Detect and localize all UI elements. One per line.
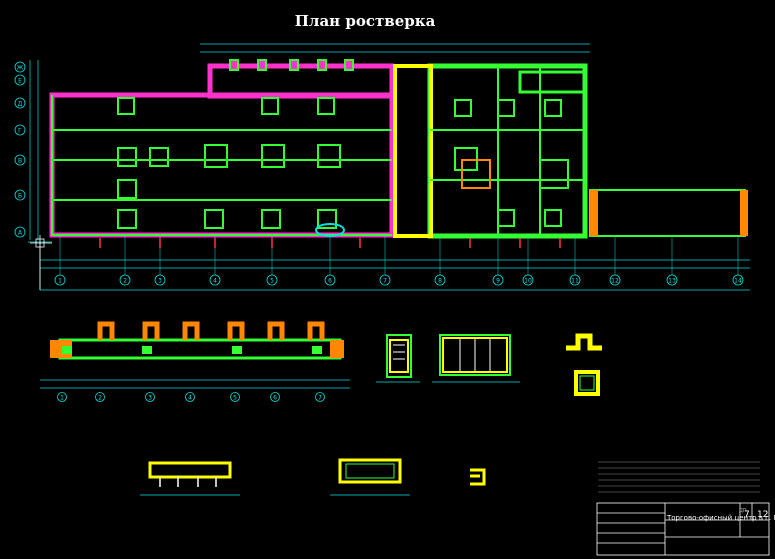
fragment-axis-3-label: 3 xyxy=(148,395,152,402)
section-e-e xyxy=(330,458,410,496)
axis-6-label: 6 xyxy=(328,278,332,285)
vertical-axis-bubbles: 1 2 3 4 5 6 7 8 9 10 11 12 13 14 xyxy=(54,274,744,286)
axis-Г-label: Г xyxy=(18,128,22,135)
section-a-a xyxy=(376,334,420,383)
notes-block xyxy=(598,461,760,493)
axis-Ж-label: Ж xyxy=(17,65,24,72)
foundation-plan-svg: 1 2 3 4 5 6 7 8 9 10 11 12 13 14 АБВГДЕЖ 1234567 xyxy=(14,43,770,556)
axis-Б-label: Б xyxy=(18,193,22,200)
axis-10-label: 10 xyxy=(524,278,532,285)
fragment-axis-7-label: 7 xyxy=(318,395,322,402)
section-d-d xyxy=(140,461,240,496)
section-v-v xyxy=(566,333,602,396)
axis-12-label: 12 xyxy=(611,278,619,285)
axis-14-label: 14 xyxy=(734,278,742,285)
axis-5-label: 5 xyxy=(270,278,274,285)
fragment-axis-6-label: 6 xyxy=(273,395,277,402)
fragment-axis-2-label: 2 xyxy=(98,395,102,402)
sheet-count: 12 xyxy=(757,510,769,520)
axis-В-label: В xyxy=(18,158,22,165)
axis-13-label: 13 xyxy=(668,278,676,285)
fragment-axis-4-label: 4 xyxy=(188,395,192,402)
axis-3-label: 3 xyxy=(158,278,162,285)
fragment-plan xyxy=(40,321,350,389)
axis-Д-label: Д xyxy=(18,101,23,108)
right-block-grillage xyxy=(393,63,748,239)
section-b-b xyxy=(432,334,520,383)
axis-4-label: 4 xyxy=(213,278,217,285)
vertical-axis-lines xyxy=(59,236,739,275)
fragment-axis-5-label: 5 xyxy=(233,395,237,402)
cursor-crosshair xyxy=(30,235,52,290)
axis-11-label: 11 xyxy=(571,278,579,285)
section-zh-zh xyxy=(470,468,486,486)
axis-8-label: 8 xyxy=(438,278,442,285)
horizontal-axis-bubbles: АБВГДЕЖ xyxy=(14,61,26,238)
axis-1-label: 1 xyxy=(58,278,62,285)
sheet-number: 7 xyxy=(744,510,750,520)
fragment-axis-bubbles: 1 2 3 4 5 6 7 xyxy=(57,392,325,402)
axis-9-label: 9 xyxy=(496,278,500,285)
stamp: Торгово-офисный центр в г. Пенза ДП 7 12 xyxy=(597,503,775,555)
fragment-axis-1-label: 1 xyxy=(60,395,64,402)
axis-7-label: 7 xyxy=(383,278,387,285)
axis-2-label: 2 xyxy=(123,278,127,285)
drawing-canvas: { "title": "План ростверка", "stamp": { … xyxy=(0,0,775,559)
axis-Е-label: Е xyxy=(18,78,22,85)
pile-caps xyxy=(117,97,569,237)
